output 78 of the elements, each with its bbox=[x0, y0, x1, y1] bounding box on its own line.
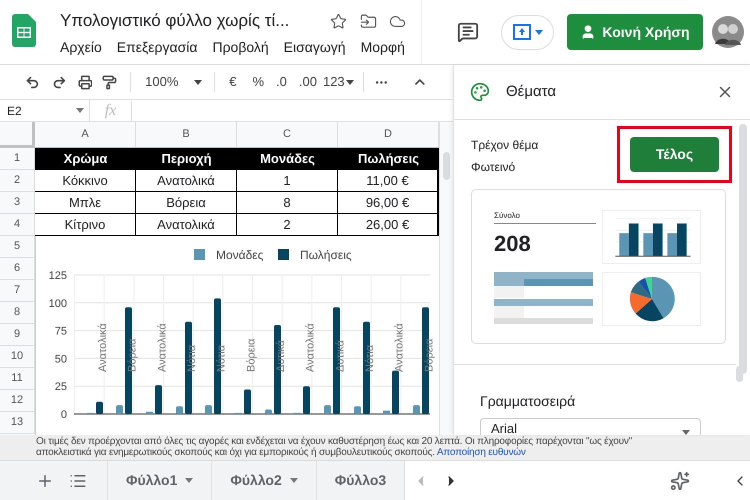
decrease-decimals-button[interactable]: .0 bbox=[276, 72, 287, 92]
row-number[interactable]: 3 bbox=[14, 194, 20, 211]
done-button[interactable]: Τέλος bbox=[630, 137, 719, 172]
category-label: Νότια bbox=[364, 344, 376, 372]
preview-total-value: 208 bbox=[494, 230, 532, 258]
table-cell[interactable]: 2 bbox=[237, 214, 338, 235]
table-cell[interactable]: Ανατολικά bbox=[136, 170, 237, 191]
row-number[interactable]: 13 bbox=[10, 414, 24, 431]
axis-tick-label: 75 bbox=[54, 326, 67, 338]
menu-item[interactable]: Εισαγωγή bbox=[284, 37, 346, 58]
table-cell[interactable]: Ανατολικά bbox=[136, 214, 237, 235]
axis-tick-label: 50 bbox=[54, 353, 67, 366]
row-number[interactable]: 10 bbox=[10, 348, 24, 365]
axis-tick-label: 0 bbox=[60, 409, 67, 421]
zoom-dropdown[interactable]: 100% bbox=[145, 72, 202, 92]
notice-text: Οι τιμές δεν προέρχονται από όλες τις αγορές και ενδέχεται να έχουν καθυστέρηση έως και 20 λεπτά. Οι πληροφορίες παρέχονται "ως έχουν" bbox=[36, 436, 633, 447]
legend-label: Μονάδες bbox=[216, 248, 264, 262]
menu-item[interactable]: Μορφή bbox=[360, 37, 405, 58]
sheet-tab[interactable]: Φύλλο2 bbox=[211, 461, 316, 500]
row-number[interactable]: 12 bbox=[10, 392, 24, 409]
menu-item[interactable]: Αρχείο bbox=[60, 37, 102, 58]
column-header[interactable]: D bbox=[384, 126, 392, 143]
preview-total-label: Σύνολο bbox=[494, 210, 596, 224]
category-label: Ανατολικά bbox=[97, 323, 109, 372]
document-title[interactable]: Υπολογιστικό φύλλο χωρίς τί... bbox=[60, 8, 328, 34]
table-cell[interactable]: Κόκκινο bbox=[35, 170, 136, 191]
table-cell[interactable]: Κίτρινο bbox=[35, 214, 136, 235]
axis-tick-label: 100 bbox=[48, 298, 67, 310]
category-label: Ανατολικά bbox=[394, 323, 406, 372]
increase-decimals-button[interactable]: .00 bbox=[298, 72, 317, 92]
table-header-cell[interactable]: Χρώμα bbox=[35, 148, 136, 170]
column-header[interactable]: A bbox=[81, 126, 89, 143]
axis-tick-label: 25 bbox=[54, 381, 67, 394]
notice-text: αποκλειστικά για ενημερωτικούς σκοπούς και όχι για εμπορικούς ή συμβουλευτικούς σκοπούς. bbox=[36, 447, 435, 458]
row-number[interactable]: 9 bbox=[14, 326, 20, 343]
menu-item[interactable]: Επεξεργασία bbox=[116, 37, 198, 58]
table-header-cell[interactable]: Πωλήσεις bbox=[338, 148, 439, 170]
category-label: Νότια bbox=[186, 344, 198, 372]
current-theme-name: Φωτεινό bbox=[471, 159, 516, 176]
category-label: Βόρεια bbox=[423, 338, 436, 372]
row-number[interactable]: 4 bbox=[14, 216, 20, 233]
table-cell[interactable]: 8 bbox=[237, 192, 338, 213]
table-cell[interactable]: 1 bbox=[237, 170, 338, 191]
row-number[interactable]: 1 bbox=[14, 150, 20, 167]
column-header[interactable]: B bbox=[182, 126, 190, 143]
currency-format-button[interactable]: € bbox=[229, 72, 236, 92]
row-number[interactable]: 11 bbox=[11, 370, 23, 387]
theme-preview-card[interactable]: Σύνολο 208 bbox=[471, 189, 726, 344]
font-label: Γραμματοσειρά bbox=[480, 392, 576, 411]
percent-format-button[interactable]: % bbox=[252, 72, 264, 92]
formula-label: fx bbox=[90, 100, 132, 120]
legend-label: Πωλήσεις bbox=[300, 248, 352, 262]
category-label: Βόρεια bbox=[126, 338, 139, 372]
panel-title: Θέματα bbox=[506, 82, 556, 102]
category-label: Ανατολικά bbox=[304, 323, 317, 372]
table-header-cell[interactable]: Μονάδες bbox=[237, 148, 338, 170]
sheet-tab[interactable]: Φύλλο1 bbox=[107, 461, 212, 500]
menu-item[interactable]: Προβολή bbox=[212, 37, 269, 58]
axis-tick-label: 125 bbox=[48, 270, 67, 282]
row-number[interactable]: 8 bbox=[14, 304, 20, 321]
table-header-cell[interactable]: Περιοχή bbox=[136, 148, 237, 170]
category-label: Ανατολικά bbox=[156, 323, 168, 372]
format-dropdown[interactable]: 123 bbox=[322, 72, 354, 92]
row-number[interactable]: 2 bbox=[14, 172, 20, 189]
category-label: Νότια bbox=[216, 344, 228, 372]
table-cell[interactable]: Μπλε bbox=[35, 192, 136, 213]
table-cell[interactable]: Βόρεια bbox=[136, 192, 237, 213]
row-number[interactable]: 6 bbox=[14, 260, 20, 277]
current-theme-label: Τρέχον θέμα bbox=[471, 137, 538, 154]
category-label: Βόρεια bbox=[245, 338, 258, 372]
share-button[interactable]: Κοινή Χρήση bbox=[567, 14, 703, 50]
category-label: Δυτικά bbox=[334, 340, 346, 372]
name-box[interactable]: E2 bbox=[0, 100, 90, 121]
row-number[interactable]: 7 bbox=[14, 282, 20, 299]
row-number[interactable]: 5 bbox=[14, 238, 20, 255]
column-header[interactable]: C bbox=[283, 126, 291, 143]
disclaimer-link[interactable]: Αποποίηση ευθυνών bbox=[436, 447, 526, 458]
category-label: Δυτικά bbox=[275, 340, 287, 372]
